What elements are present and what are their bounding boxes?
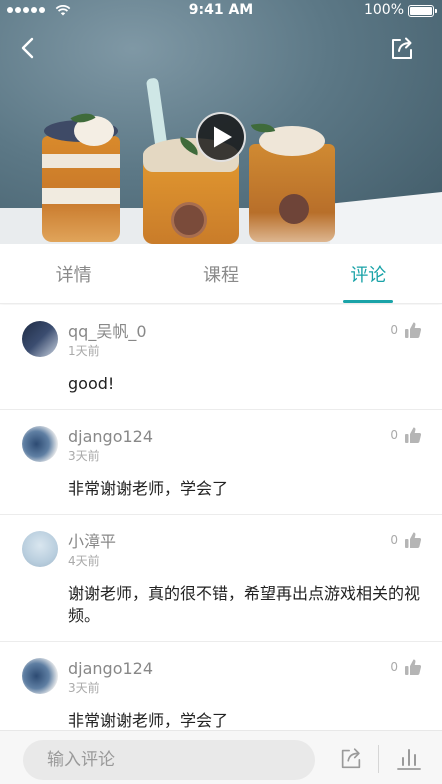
like-button[interactable]: 0 [390,531,422,549]
comment-time: 3天前 [68,449,100,463]
divider [378,745,379,773]
thumbs-up-icon [405,532,422,548]
comment-input[interactable] [23,740,315,780]
comment-item: 小漳平 4天前 0 谢谢老师，真的很不错，希望再出点游戏相关的视频。 [0,515,442,642]
comment-text: 非常谢谢老师，学会了 [68,479,229,498]
thumbs-up-icon [405,322,422,338]
comment-time: 1天前 [68,344,100,358]
comment-item: qq_吴帆_0 1天前 0 good! [0,305,442,410]
share-button[interactable] [388,34,416,62]
tab-course[interactable]: 课程 [147,244,294,303]
like-button[interactable]: 0 [390,321,422,339]
comment-author[interactable]: django124 [68,426,420,448]
comment-time: 3天前 [68,681,100,695]
dessert-glass-center [143,138,239,244]
bar-chart-icon [397,749,421,770]
like-count: 0 [390,660,398,674]
comment-item: django124 3天前 0 非常谢谢老师，学会了 [0,642,442,730]
comment-author[interactable]: django124 [68,658,420,680]
back-button[interactable] [14,34,42,62]
tab-details[interactable]: 详情 [0,244,147,303]
play-icon [214,126,232,148]
stats-button[interactable] [396,745,422,771]
chevron-left-icon [21,37,34,59]
like-count: 0 [390,323,398,337]
comment-text: 非常谢谢老师，学会了 [68,711,229,730]
like-button[interactable]: 0 [390,426,422,444]
avatar[interactable] [22,426,58,462]
bottom-share-button[interactable] [338,745,364,771]
share-icon [341,748,361,769]
comment-text: good! [68,374,115,393]
avatar[interactable] [22,531,58,567]
battery-icon [408,5,437,17]
comment-item: django124 3天前 0 非常谢谢老师，学会了 [0,410,442,515]
bottom-bar [0,730,442,784]
video-player[interactable]: 9:41 AM 100% [0,0,442,244]
hero-background-cloth [330,192,442,244]
avatar[interactable] [22,658,58,694]
thumbs-up-icon [405,659,422,675]
comment-time: 4天前 [68,554,100,568]
play-button[interactable] [196,112,246,162]
tab-comments[interactable]: 评论 [295,244,442,303]
like-button[interactable]: 0 [390,658,422,676]
comment-list[interactable]: qq_吴帆_0 1天前 0 good! django124 3天前 0 非常谢谢… [0,305,442,730]
dessert-glass-right [249,126,335,242]
battery-percent: 100% [363,2,404,18]
dessert-glass-left [42,116,120,242]
tab-bar: 详情 课程 评论 [0,244,442,304]
like-count: 0 [390,428,398,442]
status-bar: 9:41 AM 100% [0,0,442,22]
like-count: 0 [390,533,398,547]
thumbs-up-icon [405,427,422,443]
comment-text: 谢谢老师，真的很不错，希望再出点游戏相关的视频。 [68,584,421,625]
avatar[interactable] [22,321,58,357]
comment-author[interactable]: 小漳平 [68,531,420,553]
comment-author[interactable]: qq_吴帆_0 [68,321,420,343]
share-icon [392,37,412,59]
